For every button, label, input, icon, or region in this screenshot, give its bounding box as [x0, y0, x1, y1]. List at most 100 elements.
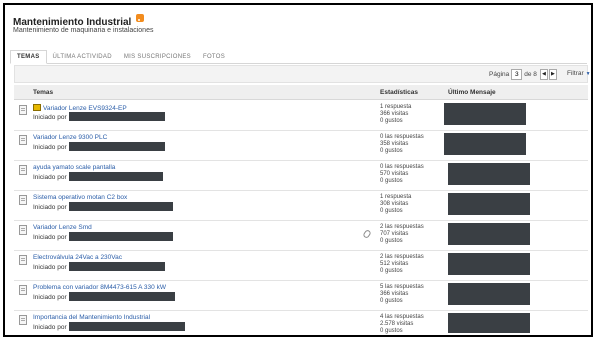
replies-count: 0 las respuestas [380, 164, 424, 170]
thread-row: Variador Lenze Smd Iniciado por 2 las re… [14, 221, 588, 251]
thread-stats: 5 las respuestas 366 visitas 0 gustos [380, 284, 424, 305]
thread-title-link[interactable]: Sistema operativo motan C2 box [33, 194, 127, 201]
redacted-last-post [448, 193, 530, 215]
replies-count: 5 las respuestas [380, 284, 424, 290]
thread-stats: 2 las respuestas 512 visitas 0 gustos [380, 254, 424, 275]
views-count: 366 visitas [380, 291, 409, 297]
views-count: 570 visitas [380, 171, 409, 177]
page-label: Página [489, 71, 510, 78]
redacted-last-post [448, 163, 530, 185]
thread-icon [19, 105, 27, 115]
started-by-label: Iniciado por [33, 144, 67, 151]
started-by-label: Iniciado por [33, 324, 67, 331]
redacted-username [68, 112, 165, 121]
thread-stats: 0 las respuestas 358 visitas 0 gustos [380, 134, 424, 155]
thread-row: Sistema operativo motan C2 box Iniciado … [14, 191, 588, 221]
thread-stats: 1 respuesta 366 visitas 0 gustos [380, 104, 411, 125]
column-topics[interactable]: Temas [33, 89, 53, 96]
thread-title-link[interactable]: Variador Lenze EVS9324-EP [33, 104, 127, 112]
likes-count: 0 gustos [380, 178, 403, 184]
thread-row: Variador Lenze EVS9324-EP Iniciado por 1… [14, 101, 588, 131]
sticky-icon [33, 104, 41, 111]
page-total: de 8 [524, 71, 537, 78]
thread-starter: Iniciado por [33, 292, 175, 301]
tab-mis-suscripciones[interactable]: MIS SUSCRIPCIONES [118, 51, 197, 63]
redacted-username [68, 202, 173, 211]
started-by-label: Iniciado por [33, 174, 67, 181]
thread-starter: Iniciado por [33, 172, 163, 181]
rss-icon[interactable] [136, 14, 144, 22]
thread-title-link[interactable]: Problema con variador 8M4473-615 A 330 k… [33, 284, 166, 291]
thread-icon [19, 225, 27, 235]
likes-count: 0 gustos [380, 208, 403, 214]
started-by-label: Iniciado por [33, 264, 67, 271]
thread-row: Variador Lenze 9300 PLC Iniciado por 0 l… [14, 131, 588, 161]
likes-count: 0 gustos [380, 118, 403, 124]
redacted-username [68, 322, 185, 331]
thread-starter: Iniciado por [33, 202, 173, 211]
redacted-username [68, 172, 163, 181]
thread-starter: Iniciado por [33, 112, 165, 121]
started-by-label: Iniciado por [33, 114, 67, 121]
redacted-username [68, 232, 173, 241]
views-count: 366 visitas [380, 111, 409, 117]
filter-button[interactable]: Filtrar ▼ [567, 70, 591, 77]
thread-row: Electroválvula 24Vac a 230Vac Iniciado p… [14, 251, 588, 281]
column-last-post[interactable]: Último Mensaje [448, 89, 496, 96]
replies-count: 4 las respuestas [380, 314, 424, 320]
thread-icon [19, 165, 27, 175]
tab-ultima-actividad[interactable]: ÚLTIMA ACTIVIDAD [47, 51, 118, 63]
likes-count: 0 gustos [380, 238, 403, 244]
replies-count: 1 respuesta [380, 194, 412, 200]
replies-count: 2 las respuestas [380, 224, 424, 230]
thread-row: ayuda yamato scale pantalla Iniciado por… [14, 161, 588, 191]
tab-fotos[interactable]: FOTOS [197, 51, 231, 63]
redacted-last-post [444, 103, 526, 125]
pager-bar: Página de 8 ◀ ▶ Filtrar▼ [14, 65, 591, 83]
thread-icon [19, 195, 27, 205]
likes-count: 0 gustos [380, 328, 403, 334]
thread-stats: 4 las respuestas 2.578 visitas 0 gustos [380, 314, 424, 335]
forum-tabs: TEMAS ÚLTIMA ACTIVIDAD MIS SUSCRIPCIONES… [10, 49, 587, 64]
likes-count: 0 gustos [380, 268, 403, 274]
started-by-label: Iniciado por [33, 204, 67, 211]
views-count: 2.578 visitas [380, 321, 414, 327]
thread-title-link[interactable]: ayuda yamato scale pantalla [33, 164, 115, 171]
likes-count: 0 gustos [380, 148, 403, 154]
thread-title-link[interactable]: Importancia del Mantenimiento Industrial [33, 314, 150, 321]
likes-count: 0 gustos [380, 298, 403, 304]
thread-starter: Iniciado por [33, 262, 165, 271]
thread-stats: 0 las respuestas 570 visitas 0 gustos [380, 164, 424, 185]
thread-starter: Iniciado por [33, 142, 165, 151]
views-count: 358 visitas [380, 141, 409, 147]
pagination: Página de 8 ◀ ▶ [489, 69, 557, 80]
thread-title-link[interactable]: Variador Lenze 9300 PLC [33, 134, 107, 141]
replies-count: 1 respuesta [380, 104, 412, 110]
thread-title-link[interactable]: Electroválvula 24Vac a 230Vac [33, 254, 122, 261]
forum-description: Mantenimiento de maquinaria e instalacio… [13, 27, 154, 34]
thread-icon [19, 315, 27, 325]
thread-icon [19, 255, 27, 265]
column-stats[interactable]: Estadísticas [380, 89, 418, 96]
page-number-input[interactable] [511, 69, 523, 80]
caret-down-icon: ▼ [585, 71, 591, 77]
redacted-username [68, 262, 165, 271]
views-count: 512 visitas [380, 261, 409, 267]
forum-frame: Mantenimiento Industrial Mantenimiento d… [3, 3, 593, 337]
next-page-button[interactable]: ▶ [548, 69, 557, 80]
thread-icon [19, 135, 27, 145]
thread-title-text: Variador Lenze EVS9324-EP [43, 105, 127, 112]
tab-temas[interactable]: TEMAS [10, 50, 47, 64]
prev-page-button[interactable]: ◀ [539, 69, 548, 80]
redacted-last-post [448, 313, 530, 333]
views-count: 707 visitas [380, 231, 409, 237]
replies-count: 0 las respuestas [380, 134, 424, 140]
thread-starter: Iniciado por [33, 322, 185, 331]
redacted-last-post [448, 253, 530, 275]
thread-row: Importancia del Mantenimiento Industrial… [14, 311, 588, 341]
thread-title-link[interactable]: Variador Lenze Smd [33, 224, 92, 231]
thread-row: Problema con variador 8M4473-615 A 330 k… [14, 281, 588, 311]
redacted-last-post [448, 283, 530, 305]
redacted-username [68, 142, 165, 151]
redacted-last-post [444, 133, 526, 155]
